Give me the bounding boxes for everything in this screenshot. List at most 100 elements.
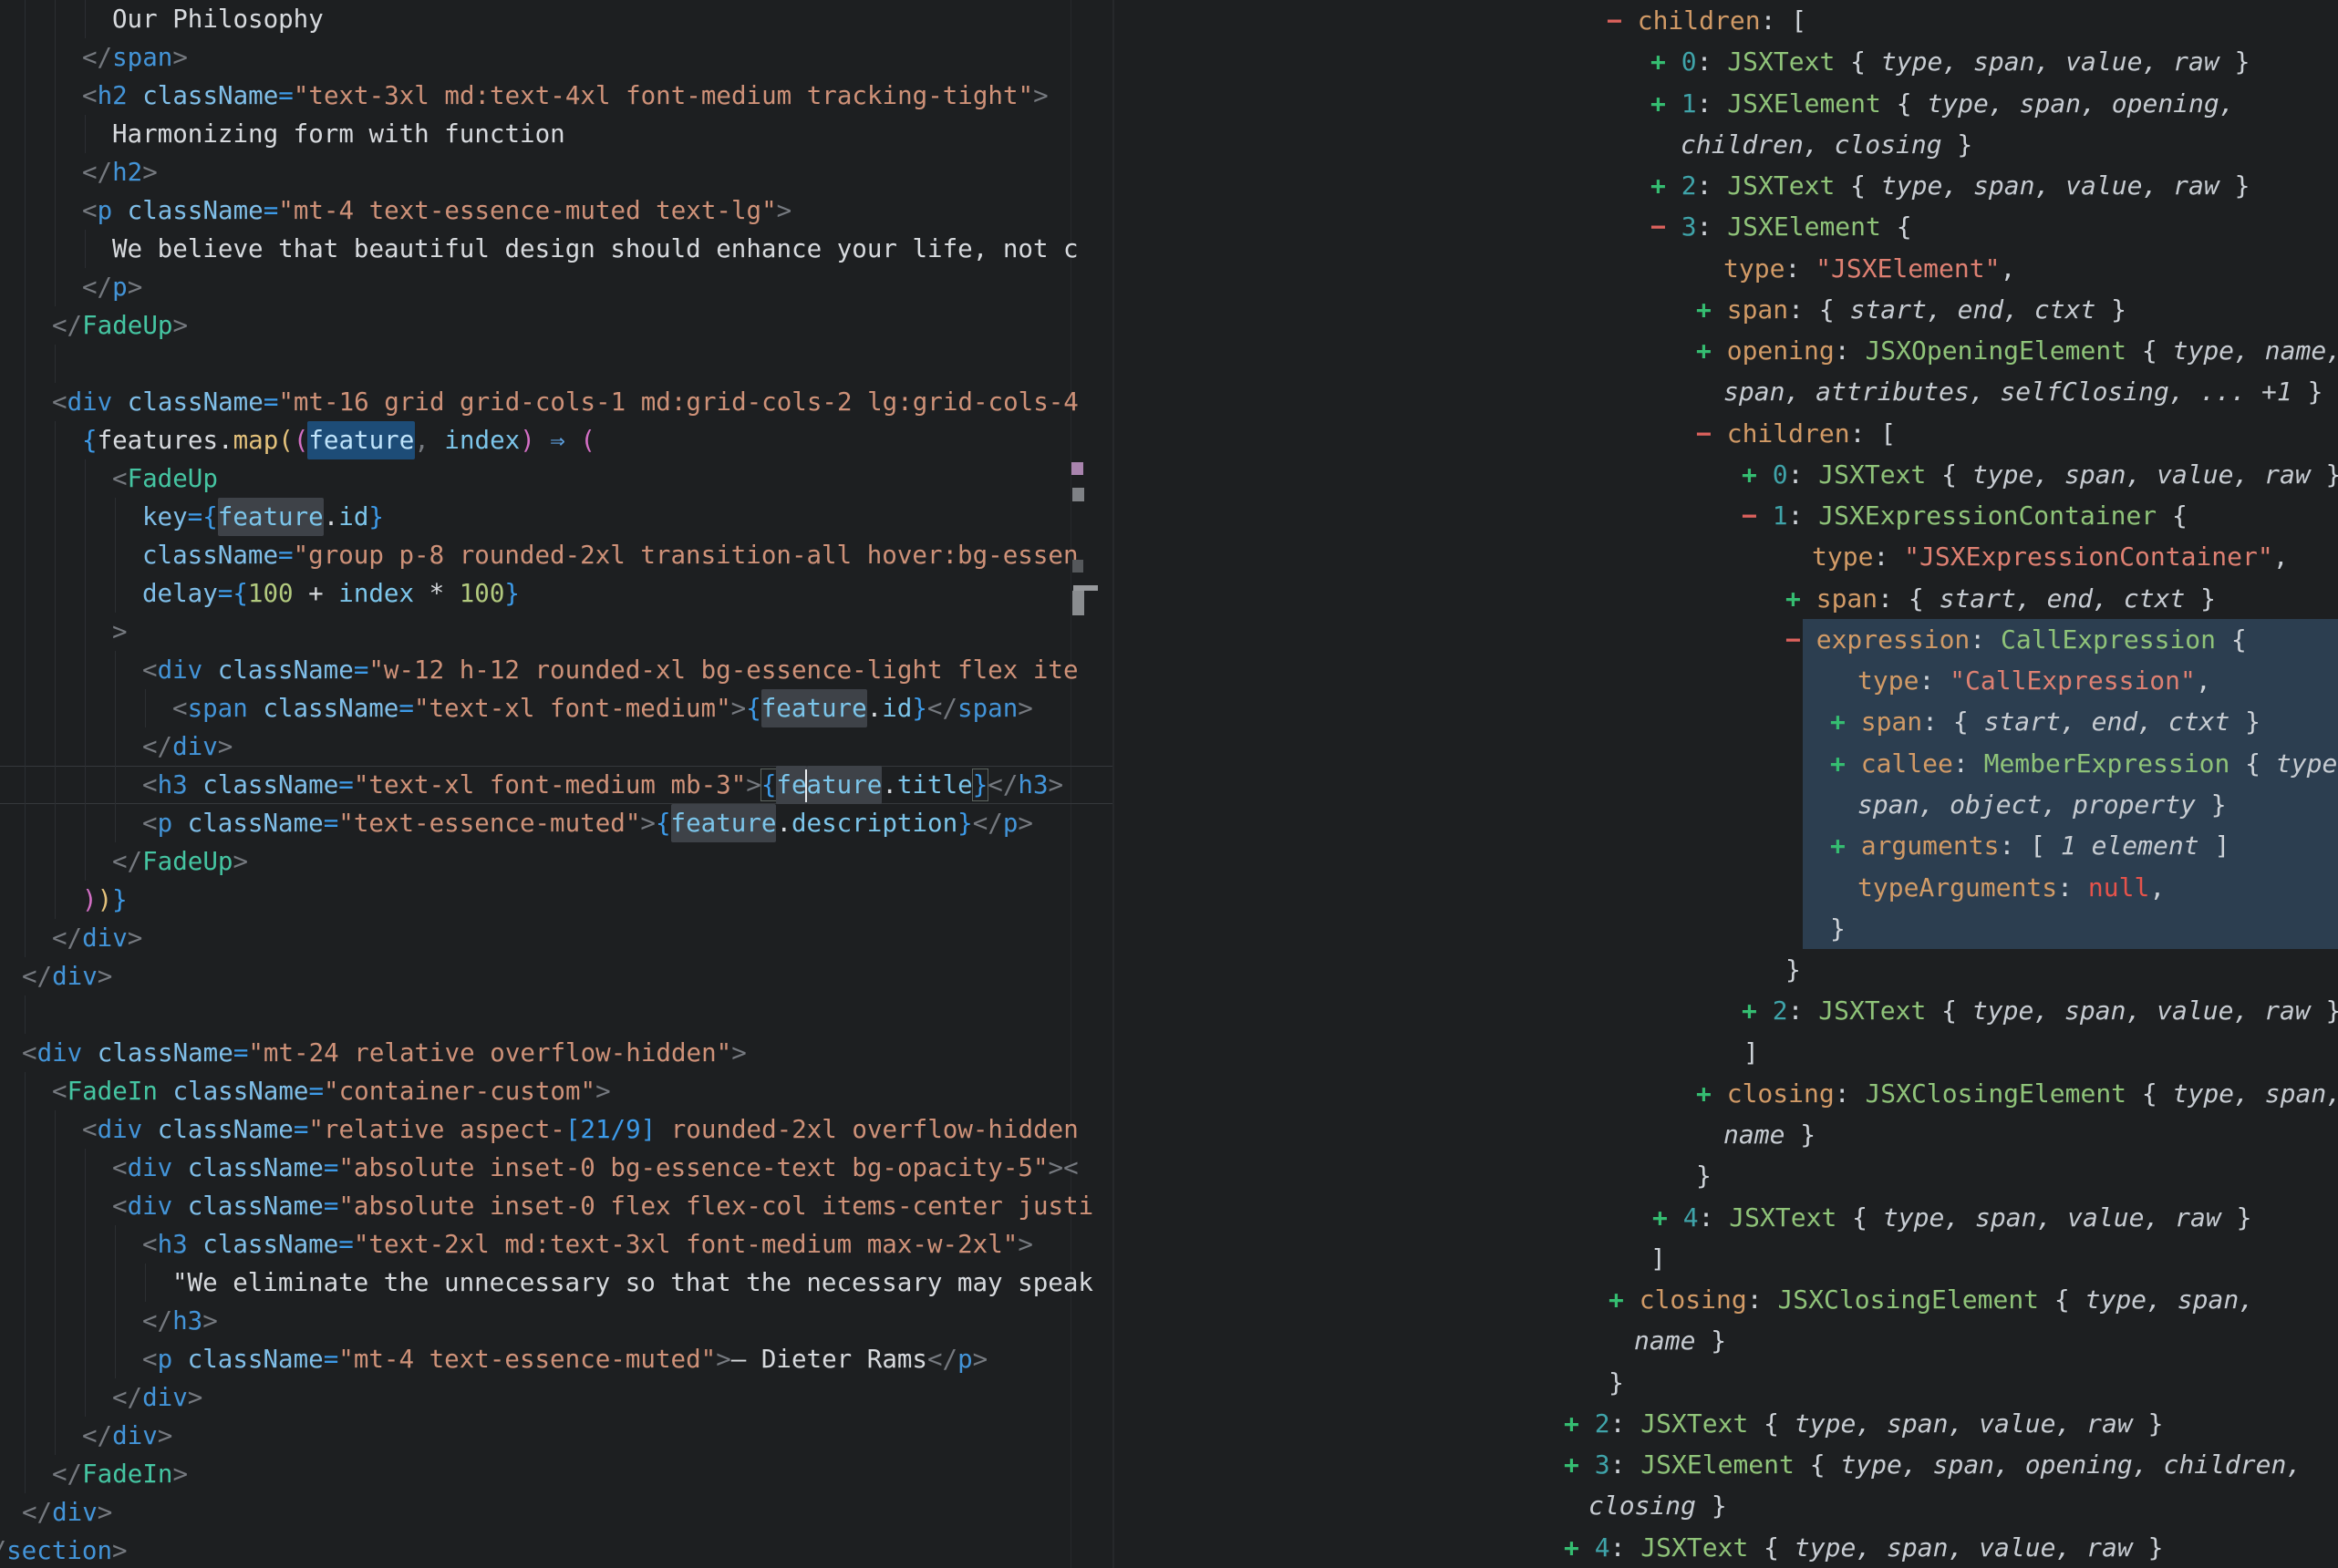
collapse-node-icon[interactable]: − [1607,5,1622,36]
code-line[interactable]: <FadeIn className="container-custom"> [0,1072,1112,1110]
expand-node-icon[interactable]: + [1609,1284,1624,1315]
ast-line[interactable]: name } [1114,1114,2338,1156]
ast-line[interactable]: type: "JSXExpressionContainer", [1114,536,2338,578]
ast-line[interactable]: + closing: JSXClosingElement { type, spa… [1114,1073,2338,1115]
ast-line[interactable]: span, attributes, selfClosing, ... +1 } [1114,371,2338,413]
ast-line[interactable]: − 3: JSXElement { [1114,206,2338,248]
code-line[interactable]: <div className="w-12 h-12 rounded-xl bg-… [0,651,1112,689]
code-line[interactable]: <span className="text-xl font-medium">{f… [0,689,1112,727]
ast-line[interactable]: } [1114,908,2338,950]
collapse-node-icon[interactable]: − [1742,500,1757,531]
ast-line[interactable]: + arguments: [ 1 element ] [1114,825,2338,867]
code-line[interactable]: > [0,613,1112,651]
ast-line[interactable]: + 0: JSXText { type, span, value, raw } [1114,454,2338,496]
code-line[interactable]: <div className="absolute inset-0 bg-esse… [0,1149,1112,1187]
code-line[interactable]: <div className="mt-24 relative overflow-… [0,1034,1112,1072]
ast-line[interactable]: + 0: JSXText { type, span, value, raw } [1114,41,2338,83]
ast-line[interactable]: } [1114,949,2338,991]
ast-line[interactable]: name } [1114,1320,2338,1362]
ast-line[interactable]: } [1114,1155,2338,1197]
code-line[interactable] [0,995,1112,1034]
code-line[interactable]: </p> [0,268,1112,306]
ast-line[interactable]: children, closing } [1114,124,2338,166]
code-line[interactable]: </span> [0,38,1112,77]
ast-line[interactable]: + 4: JSXText { type, span, value, raw } [1114,1197,2338,1239]
expand-node-icon[interactable]: + [1696,335,1712,366]
ast-line[interactable]: + 3: JSXElement { type, span, opening, c… [1114,1444,2338,1486]
code-line[interactable]: </FadeUp> [0,306,1112,345]
code-line[interactable]: </div> [0,1378,1112,1417]
code-line[interactable]: <div className="absolute inset-0 flex fl… [0,1187,1112,1225]
ast-line[interactable]: + closing: JSXClosingElement { type, spa… [1114,1279,2338,1321]
ast-line[interactable]: − children: [ [1114,0,2338,42]
expand-node-icon[interactable]: + [1564,1449,1579,1480]
ast-line[interactable]: closing } [1114,1485,2338,1527]
ast-line[interactable]: type: "JSXElement", [1114,248,2338,290]
ast-line[interactable]: ] [1114,1238,2338,1280]
code-line[interactable]: <p className="mt-4 text-essence-muted">—… [0,1340,1112,1378]
ast-line[interactable]: ] [1114,1032,2338,1074]
ast-line[interactable]: + span: { start, end, ctxt } [1114,289,2338,331]
expand-node-icon[interactable]: + [1830,748,1846,779]
ast-line[interactable]: − expression: CallExpression { [1114,619,2338,661]
ast-line[interactable]: type: "CallExpression", [1114,660,2338,702]
ast-line[interactable]: + opening: JSXOpeningElement { type, nam… [1114,330,2338,372]
ast-line[interactable]: + 2: JSXText { type, span, value, raw } [1114,165,2338,207]
code-line[interactable]: {features.map((feature, index) ⇒ ( [0,421,1112,459]
code-line[interactable]: delay={100 + index * 100} [0,574,1112,613]
ast-tree-pane[interactable]: − children: [+ 0: JSXText { type, span, … [1114,0,2338,1568]
code-line[interactable]: </h3> [0,1302,1112,1340]
expand-node-icon[interactable]: + [1696,1078,1712,1109]
ast-line[interactable]: − children: [ [1114,413,2338,455]
expand-node-icon[interactable]: + [1652,1202,1668,1233]
code-line[interactable]: className="group p-8 rounded-2xl transit… [0,536,1112,574]
code-line[interactable] [0,345,1112,383]
ast-line[interactable]: + callee: MemberExpression { type, [1114,743,2338,785]
collapse-node-icon[interactable]: − [1785,624,1801,655]
code-line[interactable]: Our Philosophy [0,0,1112,38]
code-line[interactable]: </h2> [0,153,1112,191]
ast-line[interactable]: − 1: JSXExpressionContainer { [1114,495,2338,537]
expand-node-icon[interactable]: + [1564,1408,1579,1439]
code-line[interactable]: </div> [0,1417,1112,1455]
code-line[interactable]: </div> [0,957,1112,995]
code-line[interactable]: <FadeUp [0,459,1112,498]
ast-line[interactable]: } [1114,1362,2338,1404]
expand-node-icon[interactable]: + [1785,583,1801,614]
code-line[interactable]: ))} [0,881,1112,919]
code-line[interactable]: <h3 className="text-xl font-medium mb-3"… [0,766,1112,804]
code-line[interactable]: <h3 className="text-2xl md:text-3xl font… [0,1225,1112,1264]
code-line[interactable]: key={feature.id} [0,498,1112,536]
code-line[interactable]: </div> [0,1493,1112,1532]
code-line[interactable]: <div className="mt-16 grid grid-cols-1 m… [0,383,1112,421]
expand-node-icon[interactable]: + [1650,88,1666,119]
expand-node-icon[interactable]: + [1564,1532,1579,1563]
code-line[interactable]: </FadeIn> [0,1455,1112,1493]
code-line[interactable]: <div className="relative aspect-[21/9] r… [0,1110,1112,1149]
code-line[interactable]: </div> [0,919,1112,957]
ast-line[interactable]: + span: { start, end, ctxt } [1114,578,2338,620]
code-line[interactable]: </section> [0,1532,1112,1568]
expand-node-icon[interactable]: + [1742,995,1757,1026]
expand-node-icon[interactable]: + [1650,170,1666,201]
collapse-node-icon[interactable]: − [1650,211,1666,242]
code-line[interactable]: Harmonizing form with function [0,115,1112,153]
expand-node-icon[interactable]: + [1696,294,1712,325]
ast-line[interactable]: + 1: JSXElement { type, span, opening, [1114,83,2338,125]
code-editor-pane[interactable]: Our Philosophy</span><h2 className="text… [0,0,1112,1568]
ast-line[interactable]: span, object, property } [1114,784,2338,826]
ast-line[interactable]: + 4: JSXText { type, span, value, raw } [1114,1527,2338,1568]
code-line[interactable]: "We eliminate the unnecessary so that th… [0,1264,1112,1302]
code-line[interactable]: <h2 className="text-3xl md:text-4xl font… [0,77,1112,115]
code-line[interactable]: We believe that beautiful design should … [0,230,1112,268]
code-line[interactable]: </div> [0,727,1112,766]
expand-node-icon[interactable]: + [1830,707,1846,737]
ast-line[interactable]: typeArguments: null, [1114,867,2338,909]
code-line[interactable]: </FadeUp> [0,842,1112,881]
collapse-node-icon[interactable]: − [1696,418,1712,449]
ast-line[interactable]: + span: { start, end, ctxt } [1114,701,2338,743]
ast-line[interactable]: + 2: JSXText { type, span, value, raw } [1114,990,2338,1032]
ast-line[interactable]: + 2: JSXText { type, span, value, raw } [1114,1403,2338,1445]
expand-node-icon[interactable]: + [1742,459,1757,490]
expand-node-icon[interactable]: + [1650,46,1666,77]
